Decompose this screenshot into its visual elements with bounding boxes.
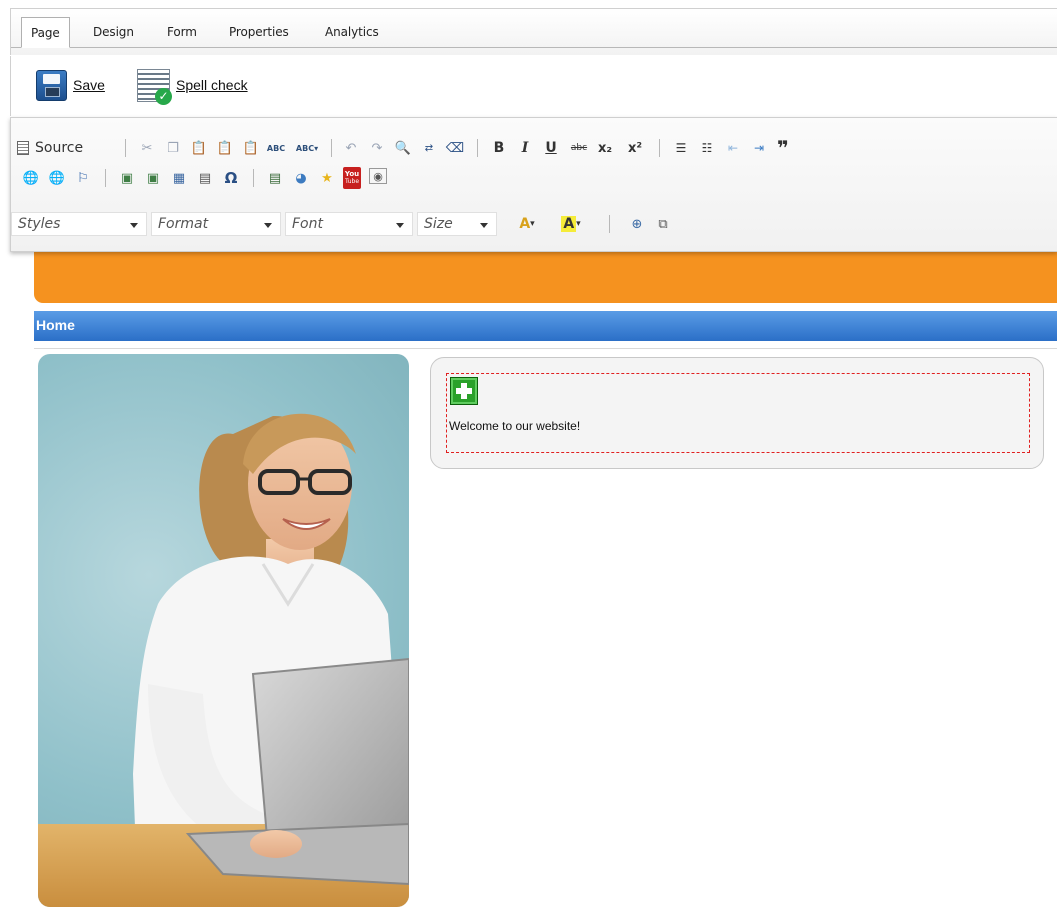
tab-form[interactable]: Form bbox=[158, 17, 206, 48]
insert-image-icon[interactable]: ▣ bbox=[143, 168, 163, 188]
spellcheck-dropdown-glyph: ABC bbox=[295, 143, 315, 153]
show-blocks-icon[interactable]: ⧉ bbox=[653, 214, 673, 234]
page-break-icon[interactable]: ▤ bbox=[265, 168, 285, 188]
unlink-icon[interactable]: 🌐 bbox=[47, 168, 67, 188]
chevron-down-icon bbox=[396, 223, 404, 228]
subscript-icon[interactable]: x₂ bbox=[595, 138, 615, 158]
format-dropdown[interactable]: Format bbox=[151, 212, 281, 236]
bg-color-glyph: A bbox=[561, 216, 577, 232]
nav-home-link[interactable]: Home bbox=[36, 317, 75, 333]
toolbar-row-3: Styles Format Font Size A ▾ A ▾ ⊕ ⧉ bbox=[11, 212, 1057, 236]
paste-word-icon[interactable]: 📋 bbox=[241, 138, 261, 158]
toolbar-separator bbox=[609, 215, 610, 233]
copy-icon[interactable]: ❐ bbox=[163, 138, 183, 158]
styles-dropdown[interactable]: Styles bbox=[11, 212, 147, 236]
blockquote-icon[interactable]: ❞ bbox=[773, 136, 793, 160]
tab-page[interactable]: Page bbox=[21, 17, 70, 48]
toolbar-separator bbox=[105, 169, 106, 187]
paste-icon[interactable]: 📋 bbox=[189, 138, 209, 158]
spell-check-label: Spell check bbox=[176, 77, 248, 93]
font-dropdown[interactable]: Font bbox=[285, 212, 413, 236]
inline-widget-icon[interactable]: ◉ bbox=[369, 168, 387, 184]
horizontal-rule-icon[interactable]: ▤ bbox=[195, 168, 215, 188]
undo-icon[interactable]: ↶ bbox=[341, 138, 361, 158]
numbered-list-icon[interactable]: ☰ bbox=[671, 138, 691, 158]
redo-icon[interactable]: ↷ bbox=[367, 138, 387, 158]
chevron-down-icon bbox=[264, 223, 272, 228]
underline-icon[interactable]: U bbox=[541, 138, 561, 158]
image-icon[interactable]: ▣ bbox=[117, 168, 137, 188]
text-color-glyph: A bbox=[519, 216, 531, 232]
tab-bar: Page Design Form Properties Analytics bbox=[10, 8, 1057, 55]
italic-icon[interactable]: I bbox=[515, 138, 535, 158]
tab-design[interactable]: Design bbox=[84, 17, 143, 48]
woman-with-laptop-photo bbox=[38, 354, 409, 907]
indent-icon[interactable]: ⇥ bbox=[749, 138, 769, 158]
special-char-icon[interactable]: Ω bbox=[221, 168, 241, 188]
save-icon bbox=[36, 69, 67, 101]
chevron-down-icon bbox=[130, 223, 138, 228]
welcome-text[interactable]: Welcome to our website! bbox=[449, 419, 580, 433]
chevron-down-icon bbox=[480, 223, 488, 228]
bulleted-list-icon[interactable]: ☷ bbox=[697, 138, 717, 158]
paste-text-icon[interactable]: 📋 bbox=[215, 138, 235, 158]
spell-check-button[interactable]: Spell check bbox=[137, 68, 248, 105]
save-label: Save bbox=[73, 77, 105, 93]
tab-analytics[interactable]: Analytics bbox=[316, 17, 388, 48]
editor-toolbar: Source ✂ ❐ 📋 📋 📋 ABC ABC ▾ ↶ ↷ 🔍 ⇄ ⌫ B I … bbox=[10, 117, 1057, 252]
toolbar-separator bbox=[659, 139, 660, 157]
font-label: Font bbox=[292, 216, 323, 232]
site-navigation-bar: Home bbox=[34, 311, 1057, 341]
source-icon bbox=[17, 141, 29, 155]
strikethrough-icon[interactable]: abc bbox=[567, 138, 591, 158]
plus-icon-vertical bbox=[461, 383, 467, 399]
toolbar-separator bbox=[253, 169, 254, 187]
editable-region[interactable]: Welcome to our website! bbox=[446, 373, 1030, 453]
text-color-icon[interactable]: A ▾ bbox=[511, 214, 543, 234]
toolbar-separator bbox=[331, 139, 332, 157]
anchor-icon[interactable]: ⚐ bbox=[73, 168, 93, 188]
maximize-icon[interactable]: ⊕ bbox=[627, 214, 647, 234]
find-icon[interactable]: 🔍 bbox=[393, 138, 413, 158]
size-dropdown[interactable]: Size bbox=[417, 212, 497, 236]
toolbar-row-1: Source ✂ ❐ 📋 📋 📋 ABC ABC ▾ ↶ ↷ 🔍 ⇄ ⌫ B I … bbox=[11, 136, 1057, 160]
spell-check-icon bbox=[137, 68, 172, 105]
widget-star-icon[interactable]: ★ bbox=[317, 168, 337, 188]
editable-content-box: Welcome to our website! bbox=[430, 357, 1044, 469]
toolbar-separator bbox=[125, 139, 126, 157]
source-button[interactable]: Source bbox=[17, 138, 83, 158]
youtube-icon[interactable]: You Tube bbox=[343, 167, 361, 189]
source-label: Source bbox=[35, 140, 84, 156]
format-label: Format bbox=[158, 216, 209, 232]
toolbar-separator bbox=[477, 139, 478, 157]
outdent-icon[interactable]: ⇤ bbox=[723, 138, 743, 158]
youtube-top: You bbox=[344, 170, 360, 178]
youtube-bottom: Tube bbox=[344, 178, 360, 185]
styles-label: Styles bbox=[18, 216, 61, 232]
photo-illustration bbox=[38, 413, 409, 907]
tab-properties[interactable]: Properties bbox=[220, 17, 298, 48]
action-bar: Save Spell check bbox=[10, 56, 1057, 116]
cut-icon[interactable]: ✂ bbox=[137, 138, 157, 158]
background-color-icon[interactable]: A ▾ bbox=[555, 214, 587, 234]
bold-icon[interactable]: B bbox=[489, 138, 509, 158]
replace-icon[interactable]: ⇄ bbox=[419, 138, 439, 158]
add-widget-button[interactable] bbox=[450, 377, 478, 405]
media-icon[interactable]: ◕ bbox=[291, 168, 311, 188]
size-label: Size bbox=[424, 216, 453, 232]
toolbar-row-2: 🌐 🌐 ⚐ ▣ ▣ ▦ ▤ Ω ▤ ◕ ★ You Tube ◉ bbox=[11, 166, 1057, 190]
spellcheck-icon[interactable]: ABC bbox=[266, 138, 286, 158]
spellcheck-dropdown-icon[interactable]: ABC ▾ bbox=[292, 138, 322, 158]
save-button[interactable]: Save bbox=[36, 68, 105, 102]
link-icon[interactable]: 🌐 bbox=[21, 168, 41, 188]
table-icon[interactable]: ▦ bbox=[169, 168, 189, 188]
superscript-icon[interactable]: x² bbox=[625, 138, 645, 158]
remove-format-icon[interactable]: ⌫ bbox=[445, 138, 465, 158]
content-divider bbox=[34, 348, 1057, 349]
